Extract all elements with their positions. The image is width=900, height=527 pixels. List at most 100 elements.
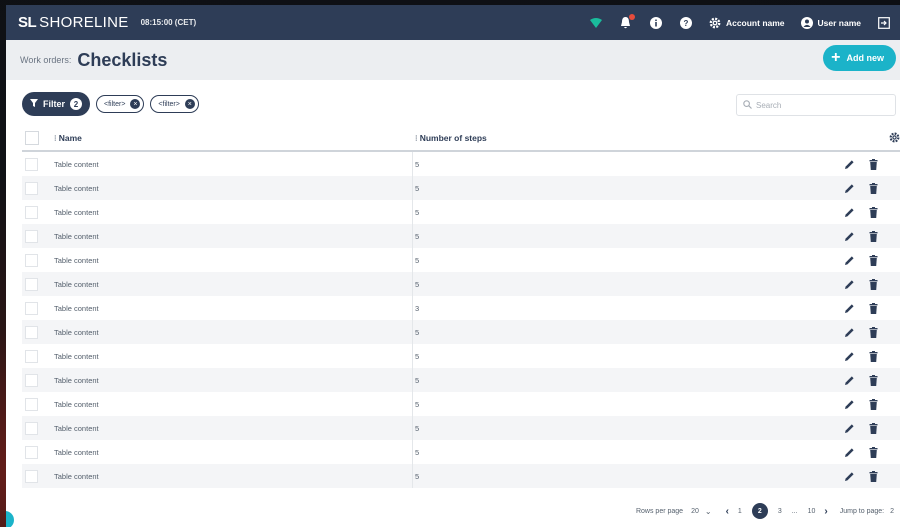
row-checkbox[interactable] [25, 397, 38, 411]
rows-per-page-select[interactable]: 20 [691, 508, 699, 515]
row-checkbox[interactable] [25, 373, 38, 387]
chevron-down-icon[interactable]: ⌄ [705, 507, 712, 516]
table-row[interactable]: Table content 5 [22, 248, 900, 272]
search-icon [743, 99, 752, 111]
signal-icon[interactable] [589, 17, 602, 29]
page-link[interactable]: 1 [738, 508, 742, 515]
jump-to-page-label: Jump to page: [839, 507, 885, 515]
edit-pencil-icon[interactable] [844, 375, 855, 386]
delete-trash-icon[interactable] [869, 398, 878, 410]
table-row[interactable]: Table content 3 [22, 296, 900, 320]
jump-to-page-input[interactable]: 2 [890, 508, 894, 515]
row-actions [844, 398, 878, 410]
table-row[interactable]: Table content 5 [22, 464, 900, 488]
cell-steps: 3 [415, 303, 420, 313]
edit-pencil-icon[interactable] [844, 303, 855, 314]
page-link[interactable]: 10 [808, 508, 816, 515]
edit-pencil-icon[interactable] [844, 423, 855, 434]
brand[interactable]: SL SHORELINE 08:15:00 (CET) [6, 14, 196, 31]
cell-name: Table content [54, 231, 99, 241]
prev-page-icon[interactable]: ‹ [726, 506, 729, 517]
brand-name: SHORELINE [39, 14, 129, 31]
edit-pencil-icon[interactable] [844, 327, 855, 338]
edit-pencil-icon[interactable] [844, 279, 855, 290]
account-menu[interactable]: Account name [709, 17, 785, 29]
edit-pencil-icon[interactable] [844, 471, 855, 482]
table-row[interactable]: Table content 5 [22, 152, 900, 176]
row-checkbox[interactable] [25, 469, 38, 483]
logout-icon[interactable] [878, 16, 890, 29]
row-actions [844, 182, 878, 194]
row-checkbox[interactable] [25, 445, 38, 459]
next-page-icon[interactable]: › [824, 506, 827, 517]
edit-pencil-icon[interactable] [844, 159, 855, 170]
edit-pencil-icon[interactable] [844, 231, 855, 242]
filter-button[interactable]: Filter 2 [22, 92, 91, 116]
edit-pencil-icon[interactable] [844, 351, 855, 362]
cell-steps: 5 [415, 423, 420, 433]
delete-trash-icon[interactable] [869, 326, 878, 338]
delete-trash-icon[interactable] [869, 350, 878, 362]
delete-trash-icon[interactable] [869, 446, 878, 458]
row-checkbox[interactable] [25, 301, 38, 315]
table-row[interactable]: Table content 5 [22, 200, 900, 224]
edit-pencil-icon[interactable] [844, 183, 855, 194]
search-input[interactable]: Search [736, 94, 896, 116]
row-checkbox[interactable] [25, 325, 38, 339]
row-checkbox[interactable] [25, 229, 38, 243]
table-row[interactable]: Table content 5 [22, 344, 900, 368]
edit-pencil-icon[interactable] [844, 399, 855, 410]
edit-pencil-icon[interactable] [844, 447, 855, 458]
table-row[interactable]: Table content 5 [22, 368, 900, 392]
clock-time: 08:15:00 (CET) [140, 18, 197, 27]
delete-trash-icon[interactable] [869, 422, 878, 434]
info-icon[interactable] [649, 16, 662, 29]
cell-steps: 5 [415, 327, 420, 337]
table-row[interactable]: Table content 5 [22, 176, 900, 200]
delete-trash-icon[interactable] [869, 182, 878, 194]
table-row[interactable]: Table content 5 [22, 320, 900, 344]
row-checkbox[interactable] [25, 253, 38, 267]
page-link[interactable]: 3 [778, 508, 782, 515]
edit-pencil-icon[interactable] [844, 255, 855, 266]
table-row[interactable]: Table content 5 [22, 392, 900, 416]
search-placeholder: Search [756, 100, 782, 110]
table-row[interactable]: Table content 5 [22, 440, 900, 464]
row-checkbox[interactable] [25, 205, 38, 219]
help-fab-button[interactable] [6, 511, 14, 527]
edit-pencil-icon[interactable] [844, 207, 855, 218]
filter-chip[interactable]: <filter> × [150, 95, 199, 113]
help-icon[interactable]: ? [679, 16, 692, 29]
close-icon[interactable]: × [184, 99, 195, 109]
table-settings-gear-icon[interactable] [889, 132, 900, 145]
row-actions [844, 422, 878, 434]
column-header-steps[interactable]: ⁝ Number of steps [415, 133, 487, 144]
select-all-checkbox[interactable] [25, 131, 39, 145]
row-checkbox[interactable] [25, 349, 38, 363]
delete-trash-icon[interactable] [869, 278, 878, 290]
delete-trash-icon[interactable] [869, 302, 878, 314]
delete-trash-icon[interactable] [869, 470, 878, 482]
page-title: Checklists [77, 49, 168, 70]
user-menu[interactable]: User name [800, 16, 861, 29]
delete-trash-icon[interactable] [869, 374, 878, 386]
notification-bell-icon[interactable] [620, 13, 635, 29]
column-header-name[interactable]: ⁝ Name [54, 133, 82, 144]
row-checkbox[interactable] [25, 157, 38, 171]
close-icon[interactable]: × [130, 99, 141, 109]
page-link-active[interactable]: 2 [751, 503, 768, 519]
add-new-button[interactable]: + Add new [823, 45, 896, 71]
delete-trash-icon[interactable] [869, 230, 878, 242]
delete-trash-icon[interactable] [869, 158, 878, 170]
breadcrumb[interactable]: Work orders: [20, 55, 71, 65]
filter-chip[interactable]: <filter> × [96, 95, 145, 113]
row-checkbox[interactable] [25, 181, 38, 195]
row-checkbox[interactable] [25, 277, 38, 291]
table-row[interactable]: Table content 5 [22, 224, 900, 248]
delete-trash-icon[interactable] [869, 254, 878, 266]
table-row[interactable]: Table content 5 [22, 272, 900, 296]
row-checkbox[interactable] [25, 421, 38, 435]
table-row[interactable]: Table content 5 [22, 416, 900, 440]
delete-trash-icon[interactable] [869, 206, 878, 218]
table-header: ⁝ Name ⁝ Number of steps [22, 126, 900, 152]
